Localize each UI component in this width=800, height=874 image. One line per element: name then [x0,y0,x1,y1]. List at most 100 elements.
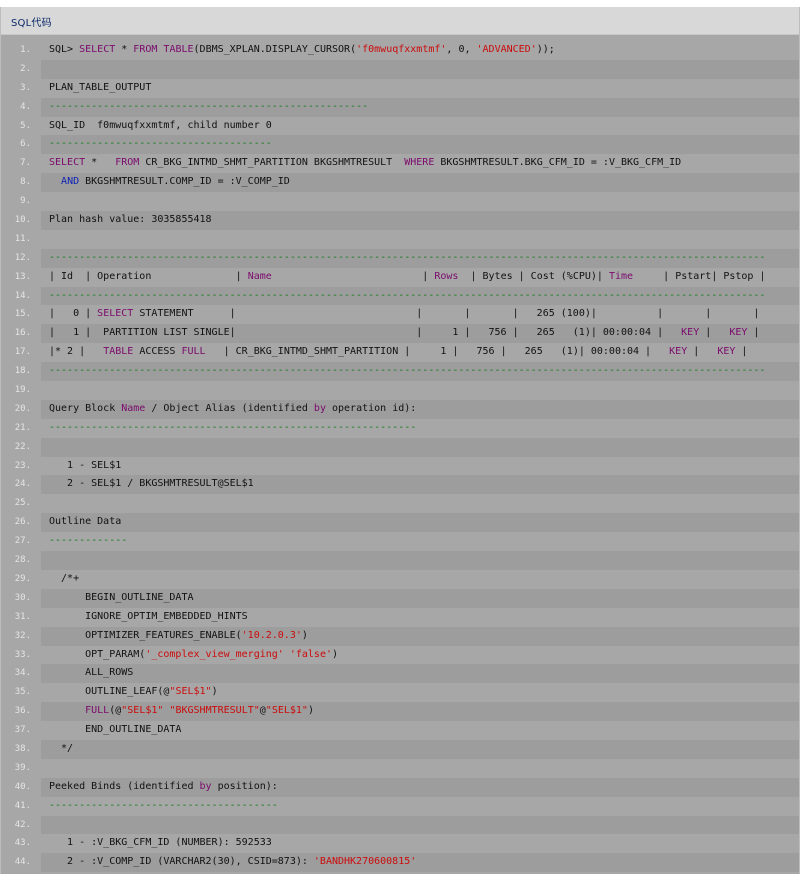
line-gutter: 14. [1,286,38,306]
code-token: OUTLINE_LEAF(@ [49,686,170,698]
code-line: 6. ------------------------------------- [1,135,799,155]
line-gutter: 32. [1,626,38,646]
code-token: FROM [133,44,158,55]
code-token: SELECT [97,308,134,320]
line-gutter: 22. [1,437,38,457]
line-gutter: 18. [1,362,38,382]
code-token: CR_BKG_INTMD_SHMT_PARTITION BKGSHMTRESUL… [139,157,405,169]
code-token: SQL> [49,44,80,55]
line-gutter: 36. [1,702,38,722]
code-line: 19. [1,381,799,400]
code-line: 41. -------------------------------------… [1,796,799,816]
line-number: 5. [20,120,31,131]
code-token: KEY [681,327,700,339]
line-number: 3. [20,82,31,93]
line-number: 18. [14,366,31,377]
code-token: SQL_ID f0mwuqfxxmtmf, child number 0 [49,119,272,131]
code-token: SELECT [49,157,86,169]
code-line: 43. 1 - :V_BKG_CFM_ID (NUMBER): 592533 [1,834,799,854]
code-token: IGNORE_OPTIM_EMBEDDED_HINTS [49,610,248,622]
code-token: 1 - SEL$1 [49,459,122,471]
code-line: 26. Outline Data [1,513,799,533]
line-gutter: 41. [1,796,38,816]
line-text [41,494,799,513]
code-token: (@ [109,705,122,717]
line-text: 1 - :V_BKG_CFM_ID (NUMBER): 592533 [41,834,799,853]
line-text: Query Block Name / Object Alias (identif… [41,399,799,419]
line-gutter: 11. [1,229,38,249]
line-text: -------------------------------------- [41,797,799,816]
line-gutter: 35. [1,683,38,703]
line-number: 40. [14,781,31,792]
code-token: 'false' [289,648,332,660]
code-line: 11. [1,229,799,249]
line-text: FULL(@"SEL$1" "BKGSHMTRESULT"@"SEL$1") [41,702,799,722]
code-token: )); [536,44,555,55]
line-gutter: 25. [1,494,38,514]
code-token: | [747,327,760,339]
line-number: 36. [14,706,31,717]
code-line: 4. --------------------------------------… [1,97,799,117]
code-line: 30. BEGIN_OUTLINE_DATA [1,588,799,608]
code-token: Rows [434,270,459,282]
code-line: 1. SQL> SELECT * FROM TABLE(DBMS_XPLAN.DI… [1,41,799,60]
line-gutter: 29. [1,569,38,589]
line-number: 28. [14,555,31,566]
code-token: "SEL$1" [265,705,308,717]
code-line: 34. ALL_ROWS [1,664,799,684]
line-gutter: 13. [1,267,38,287]
line-number: 23. [14,460,31,471]
code-token: 2 - SEL$1 / BKGSHMTRESULT@SEL$1 [49,478,254,490]
line-text [41,59,799,79]
line-number: 33. [14,649,31,660]
line-number: 26. [14,517,31,528]
code-token: BKGSHMTRESULT.BKG_CFM_ID = :V_BKG_CFM_ID [434,157,682,169]
code-token: (DBMS_XPLAN.DISPLAY_CURSOR( [193,44,357,55]
line-number: 43. [14,838,31,849]
code-token: | [735,346,748,358]
line-gutter: 21. [1,418,38,438]
line-number: 1. [20,45,31,55]
code-token: TABLE [103,346,134,358]
line-text: ALL_ROWS [41,664,799,684]
code-token: "SEL$1" [169,686,212,698]
code-line: 12. -------------------------------------… [1,248,799,268]
code-line: 37. END_OUTLINE_DATA [1,721,799,740]
line-text: /*+ [41,570,799,589]
code-line: 13. | Id | Operation | Name | Rows | Byte… [1,267,799,287]
code-line: 7. SELECT * FROM CR_BKG_INTMD_SHMT_PARTIT… [1,154,799,174]
line-number: 30. [14,592,31,603]
code-token: ------------------------------------- [49,138,272,150]
code-token: ACCESS [133,346,182,358]
code-line: 9. [1,192,799,212]
code-token: | [271,270,435,282]
line-gutter: 34. [1,664,38,684]
code-line: 39. [1,758,799,778]
code-token: | Pstart| Pstop | [633,270,766,282]
code-token: 'BANDHK270600815' [313,856,417,868]
line-number: 35. [14,687,31,698]
code-token: * [115,44,134,55]
top-strip [0,0,800,7]
code-token: BEGIN_OUTLINE_DATA [49,591,194,603]
line-text: Peeked Binds (identified by position): [41,777,799,797]
code-token: position): [211,780,278,792]
line-text [41,230,799,249]
line-text: ----------------------------------------… [41,286,799,306]
line-gutter: 28. [1,551,38,570]
code-line: 40. Peeked Binds (identified by position)… [1,777,799,797]
code-token: / Object Alias (identified [145,402,314,414]
code-token: Query Block [49,402,122,414]
line-gutter: 19. [1,381,38,400]
code-token: FULL [85,705,110,717]
code-token: '_complex_view_merging' [145,648,284,660]
code-block-title[interactable]: SQL代码 [11,14,52,29]
code-token: -------------------------------------- [49,799,278,811]
code-line: 29. /*+ [1,569,799,589]
code-token: END_OUTLINE_DATA [49,724,182,736]
code-token: | [687,346,718,358]
code-line: 5. SQL_ID f0mwuqfxxmtmf, child number 0 [1,116,799,136]
line-gutter: 9. [1,192,38,212]
code-line: 35. OUTLINE_LEAF(@"SEL$1") [1,683,799,703]
line-number: 37. [14,725,31,736]
